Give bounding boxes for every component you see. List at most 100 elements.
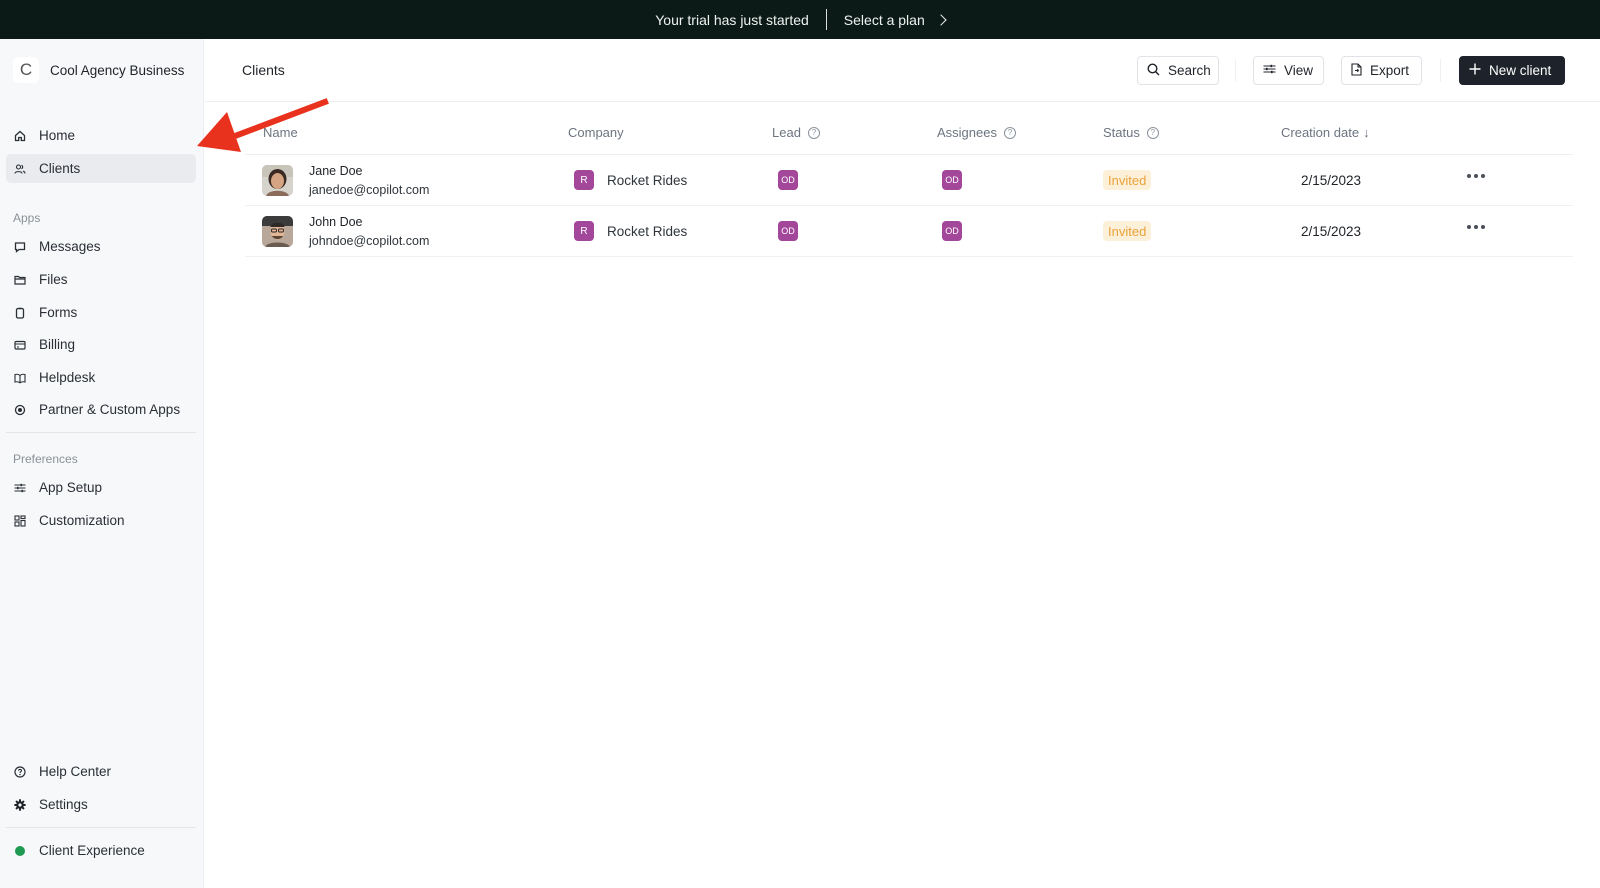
folder-icon [14,274,26,286]
home-icon [14,130,26,142]
sidebar-item-helpdesk[interactable]: Helpdesk [6,363,196,392]
sidebar-item-label: Forms [39,305,78,320]
message-icon [14,241,26,253]
sidebar-item-messages[interactable]: Messages [6,232,196,261]
sidebar-divider [6,827,196,828]
help-icon[interactable]: ? [1003,126,1016,139]
column-header-status[interactable]: Status? [1103,125,1159,140]
users-icon [14,163,26,175]
sidebar-item-label: Partner & Custom Apps [39,402,181,417]
row-actions-more-icon[interactable] [1467,225,1485,229]
sidebar-item-label: Helpdesk [39,370,96,385]
sidebar-item-partner-apps[interactable]: Partner & Custom Apps [6,395,196,424]
banner-divider [825,9,827,30]
creation-date: 2/15/2023 [1301,173,1362,188]
sidebar-item-customization[interactable]: Customization [6,506,196,535]
column-header-assignees[interactable]: Assignees? [937,125,1016,140]
row-actions-more-icon[interactable] [1467,174,1485,178]
search-label: Search [1168,63,1211,78]
apps-section-label: Apps [13,211,41,225]
trial-banner: Your trial has just started Select a pla… [0,0,1600,39]
annotation-arrow-icon [197,98,329,152]
select-plan-link[interactable]: Select a plan [843,11,947,28]
company-name: Rocket Rides [607,224,688,239]
client-email: johndoe@copilot.com [309,234,430,248]
table-header: Name Company Lead? Assignees? Status? Cr… [245,102,1573,155]
export-button[interactable]: Export [1341,56,1422,85]
sidebar-item-label: Help Center [39,764,112,779]
avatar [262,165,293,196]
lead-avatar: OD [778,170,798,190]
sidebar-item-home[interactable]: Home [6,121,196,150]
grid-icon [14,514,26,527]
trial-message: Your trial has just started [655,11,809,28]
sort-arrow-down-icon: ↓ [1363,125,1370,140]
client-email: janedoe@copilot.com [309,183,430,197]
assignee-avatar: OD [942,170,962,190]
sidebar-item-clients[interactable]: Clients [6,154,196,183]
company-avatar: R [574,221,594,241]
sliders-icon [1263,63,1276,78]
view-label: View [1284,63,1314,78]
clients-table: Name Company Lead? Assignees? Status? Cr… [245,102,1573,257]
status-badge: Invited [1103,170,1152,190]
book-icon [14,372,26,384]
sidebar-item-label: Home [39,128,76,143]
chevron-right-icon [935,13,947,26]
page-title: Clients [242,62,285,78]
column-header-creation-date[interactable]: Creation date ↓ [1281,125,1370,140]
sidebar-item-settings[interactable]: Settings [6,790,196,819]
search-button[interactable]: Search [1137,56,1219,85]
main-content: Clients Search View Export New client Na… [205,39,1600,888]
help-icon[interactable]: ? [807,126,820,139]
company-avatar: R [574,170,594,190]
client-name[interactable]: John Doe [309,215,363,229]
file-export-icon [1351,62,1362,79]
sidebar-item-label: Customization [39,513,125,528]
workspace-logo: C [13,57,39,83]
avatar [262,216,293,247]
sidebar-item-label: Files [39,272,68,287]
workspace-name: Cool Agency Business [50,62,185,78]
clipboard-icon [14,307,26,319]
plus-icon [1469,63,1481,78]
gear-icon [14,798,26,811]
sidebar-item-billing[interactable]: Billing [6,330,196,359]
table-row[interactable]: Jane Doe janedoe@copilot.com R Rocket Ri… [245,155,1573,206]
view-button[interactable]: View [1253,56,1324,85]
toolbar-divider [1440,59,1441,82]
lead-avatar: OD [778,221,798,241]
sidebar-item-label: Clients [39,161,81,176]
sidebar-item-help-center[interactable]: Help Center [6,757,196,786]
sidebar-item-app-setup[interactable]: App Setup [6,473,196,502]
sidebar-item-forms[interactable]: Forms [6,298,196,327]
sidebar-item-label: App Setup [39,480,103,495]
credit-card-icon [14,339,26,351]
table-row[interactable]: John Doe johndoe@copilot.com R Rocket Ri… [245,206,1573,257]
sidebar-divider [6,432,196,433]
company-name: Rocket Rides [607,173,688,188]
column-header-lead[interactable]: Lead? [772,125,820,140]
workspace-brand[interactable]: C Cool Agency Business [13,57,184,83]
search-icon [1147,62,1160,79]
assignee-avatar: OD [942,221,962,241]
apps-target-icon [14,404,26,416]
sidebar-item-files[interactable]: Files [6,265,196,294]
client-experience-link[interactable]: Client Experience [6,836,196,865]
select-plan-label: Select a plan [843,11,925,28]
sidebar-item-label: Settings [39,797,88,812]
sliders-icon [14,482,26,494]
help-icon[interactable]: ? [1146,126,1159,139]
new-client-button[interactable]: New client [1459,56,1565,85]
sidebar: C Cool Agency Business Home Clients Apps… [0,39,204,888]
toolbar-divider [1235,59,1236,82]
page-header: Clients Search View Export New client [205,39,1600,102]
status-badge: Invited [1103,221,1152,241]
new-client-label: New client [1489,63,1552,78]
client-name[interactable]: Jane Doe [309,164,363,178]
sidebar-item-label: Billing [39,337,76,352]
sidebar-item-label: Client Experience [39,843,145,858]
preferences-section-label: Preferences [13,452,78,466]
status-dot-icon [14,845,26,857]
column-header-company[interactable]: Company [568,125,624,140]
